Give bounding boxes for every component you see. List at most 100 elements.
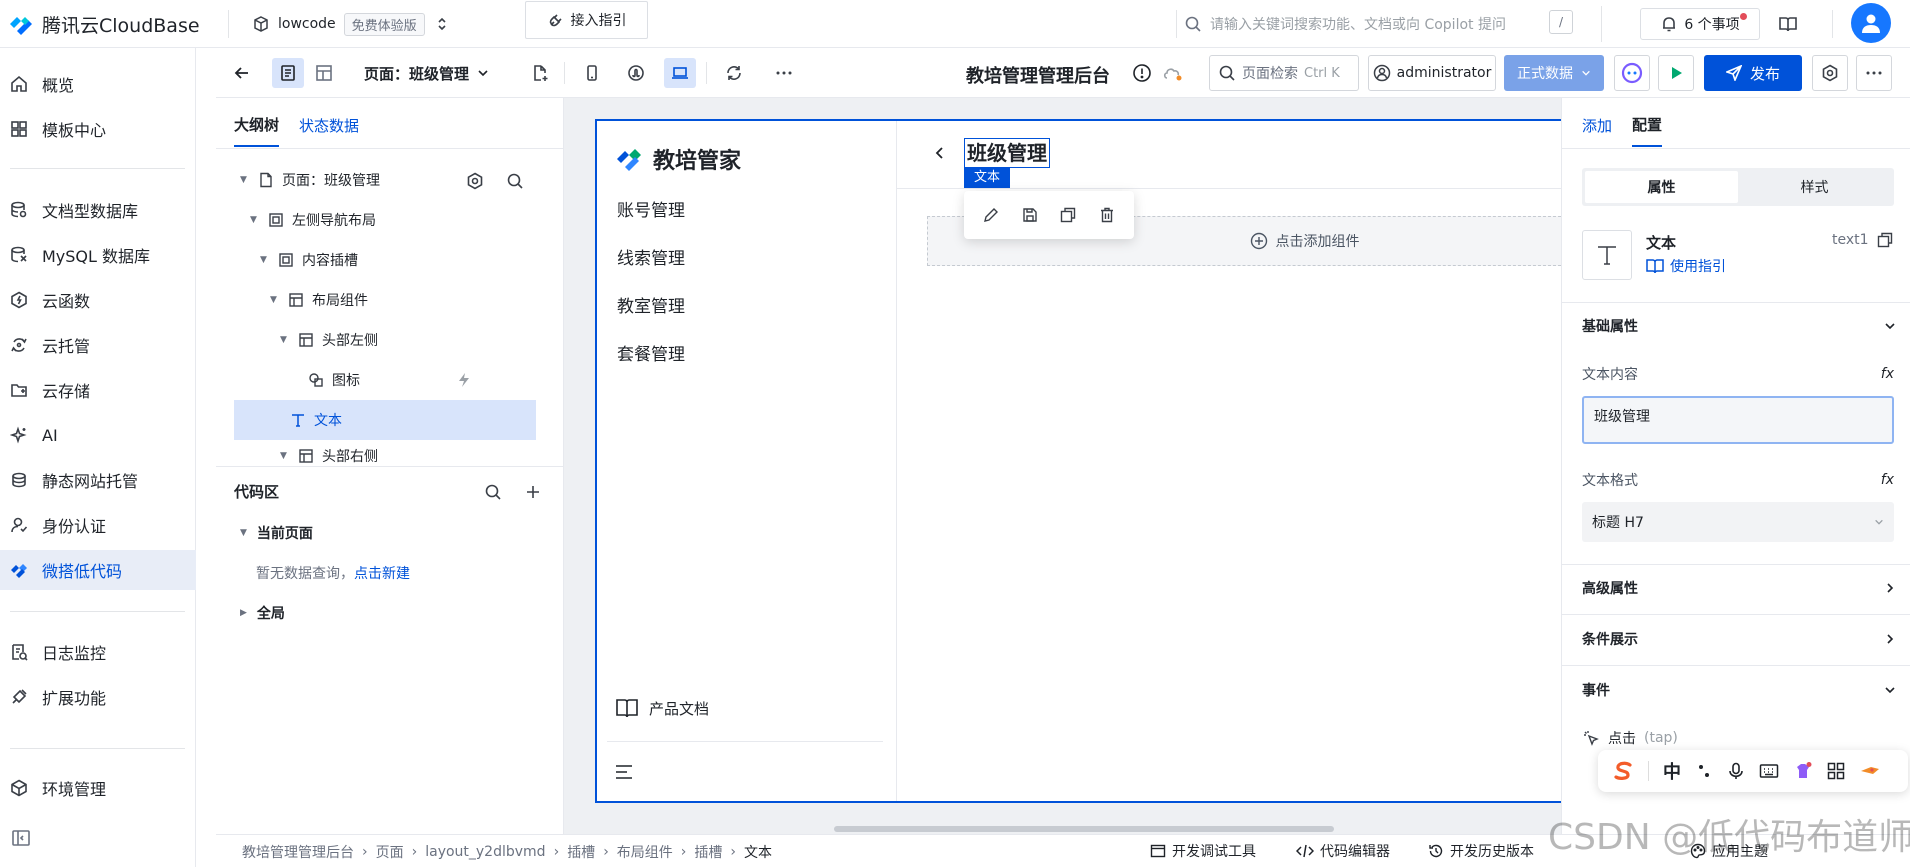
env-selector[interactable]: lowcode 免费体验版 — [252, 8, 451, 40]
tree-node-layout[interactable]: ▼ 布局组件 — [216, 280, 564, 320]
global-search[interactable]: 请输入关键词搜索功能、文档或向 Copilot 提问 / — [1178, 6, 1602, 42]
tree-node-icon[interactable]: 图标 — [216, 360, 564, 400]
copy-icon[interactable] — [1877, 232, 1893, 248]
save-icon[interactable] — [1022, 207, 1038, 223]
breadcrumb-item[interactable]: 教培管理管理后台 — [242, 842, 354, 862]
create-query-link[interactable]: 点击新建 — [354, 566, 410, 582]
code-global[interactable]: ▶ 全局 — [240, 603, 285, 623]
text-content-input[interactable]: 班级管理 — [1582, 396, 1894, 444]
page-search[interactable]: 页面检索 Ctrl K — [1209, 55, 1359, 91]
breadcrumb-item[interactable]: 插槽 — [694, 842, 722, 862]
canvas-scrollbar[interactable] — [834, 826, 1334, 832]
tree-node-text[interactable]: 文本 — [234, 400, 536, 440]
fx-icon[interactable]: fx — [1881, 472, 1894, 488]
section-condition[interactable]: 条件展示 — [1582, 629, 1896, 649]
tree-node-content-slot[interactable]: ▼ 内容插槽 — [216, 240, 564, 280]
breadcrumb-item[interactable]: 文本 — [744, 842, 772, 862]
search-icon[interactable] — [484, 483, 502, 501]
publish-button[interactable]: 发布 — [1704, 55, 1802, 91]
nav-item-ai[interactable]: AI — [0, 415, 196, 455]
seg-style[interactable]: 样式 — [1738, 171, 1891, 203]
cloud-sync-icon[interactable] — [1162, 64, 1184, 82]
tree-node-page[interactable]: ▼ 页面：班级管理 — [216, 160, 564, 200]
preview-button[interactable] — [1658, 55, 1694, 91]
nav-item-templates[interactable]: 模板中心 — [0, 109, 196, 149]
nav-item-overview[interactable]: 概览 — [0, 64, 196, 104]
page-selector[interactable]: 页面：班级管理 — [364, 58, 489, 88]
avatar[interactable] — [1851, 3, 1891, 43]
tab-config[interactable]: 配置 — [1632, 114, 1663, 147]
menu-item-classroom[interactable]: 教室管理 — [617, 292, 685, 317]
guide-button[interactable]: 接入指引 — [525, 1, 648, 39]
user-menu[interactable]: administrator — [1368, 55, 1496, 91]
add-page-button[interactable] — [524, 58, 556, 88]
section-events[interactable]: 事件 — [1582, 680, 1896, 700]
nav-item-functions[interactable]: 云函数 — [0, 280, 196, 320]
breadcrumb-item[interactable]: 布局组件 — [617, 842, 673, 862]
info-icon[interactable] — [1132, 63, 1152, 83]
nav-item-mysql[interactable]: MySQL 数据库 — [0, 235, 196, 275]
nav-item-env[interactable]: 环境管理 — [0, 768, 196, 808]
fx-icon[interactable]: fx — [1881, 366, 1894, 382]
code-editor-button[interactable]: 代码编辑器 — [1296, 841, 1390, 861]
doc-link[interactable]: 产品文档 — [615, 697, 709, 719]
usage-guide-link[interactable]: 使用指引 — [1646, 256, 1726, 276]
menu-item-account[interactable]: 账号管理 — [617, 196, 685, 221]
event-click[interactable]: 点击 (tap) — [1582, 728, 1678, 748]
text-format-select[interactable]: 标题 H7 — [1582, 502, 1894, 542]
app-sidebar[interactable]: 教培管家 账号管理 线索管理 教室管理 套餐管理 产品文档 — [597, 121, 897, 801]
pc-view-button[interactable] — [664, 58, 696, 88]
punctuation-icon[interactable] — [1695, 762, 1713, 780]
history-button[interactable]: 开发历史版本 — [1428, 841, 1534, 861]
search-icon[interactable] — [506, 172, 524, 190]
menu-fold-icon[interactable] — [615, 764, 633, 780]
menu-item-leads[interactable]: 线索管理 — [617, 244, 685, 269]
page-frame[interactable]: 教培管家 账号管理 线索管理 教室管理 套餐管理 产品文档 班级管理 文本 点击… — [595, 119, 1561, 803]
outline-view-button[interactable] — [272, 58, 304, 88]
nav-item-cloudrun[interactable]: 云托管 — [0, 325, 196, 365]
section-advanced[interactable]: 高级属性 — [1582, 578, 1896, 598]
tab-state-data[interactable]: 状态数据 — [299, 115, 359, 146]
nav-item-storage[interactable]: 云存储 — [0, 370, 196, 410]
code-current-page[interactable]: ▼ 当前页面 — [240, 523, 313, 543]
plus-icon[interactable] — [524, 483, 542, 501]
brand-logo[interactable]: 腾讯云CloudBase — [8, 8, 200, 40]
breadcrumb-item[interactable]: 插槽 — [567, 842, 595, 862]
nav-item-docdb[interactable]: 文档型数据库 — [0, 190, 196, 230]
copy-icon[interactable] — [1060, 207, 1076, 223]
tab-outline-tree[interactable]: 大纲树 — [234, 114, 280, 147]
tree-node-header-right[interactable]: ▼ 头部右侧 — [216, 440, 564, 466]
mobile-view-button[interactable] — [576, 58, 608, 88]
breadcrumb-item[interactable]: 页面 — [376, 842, 404, 862]
ai-assistant-button[interactable] — [1614, 55, 1650, 91]
back-button[interactable] — [226, 58, 258, 88]
keyboard-icon[interactable] — [1759, 762, 1779, 780]
more-button[interactable] — [1856, 55, 1892, 91]
section-basic-props[interactable]: 基础属性 — [1582, 316, 1896, 336]
chevron-left-icon[interactable] — [933, 146, 947, 160]
tab-add[interactable]: 添加 — [1582, 115, 1612, 146]
seg-props[interactable]: 属性 — [1585, 171, 1738, 203]
gear-icon[interactable] — [466, 172, 484, 190]
breadcrumb-item[interactable]: layout_y2dlbvmd — [425, 844, 545, 860]
data-mode-select[interactable]: 正式数据 — [1504, 55, 1604, 91]
todo-button[interactable]: 6 个事项 — [1640, 8, 1760, 40]
tree-node-header-left[interactable]: ▼ 头部左侧 — [216, 320, 564, 360]
ime-chinese-mode[interactable]: 中 — [1663, 758, 1681, 784]
nav-item-static-hosting[interactable]: 静态网站托管 — [0, 460, 196, 500]
dev-tools-button[interactable]: 开发调试工具 — [1150, 841, 1256, 861]
settings-button[interactable] — [1812, 55, 1848, 91]
miniprogram-view-button[interactable] — [620, 58, 652, 88]
nav-item-extensions[interactable]: 扩展功能 — [0, 677, 196, 717]
sogou-logo-icon[interactable] — [1612, 760, 1634, 782]
docs-book-icon[interactable] — [1778, 15, 1798, 33]
skin-icon[interactable] — [1793, 761, 1813, 781]
menu-item-package[interactable]: 套餐管理 — [617, 340, 685, 365]
nav-item-lowcode[interactable]: 微搭低代码 — [0, 550, 196, 590]
mascot-icon[interactable] — [1859, 762, 1881, 780]
page-heading-text[interactable]: 班级管理 — [964, 138, 1050, 168]
more-tools-button[interactable] — [768, 58, 800, 88]
layout-view-button[interactable] — [308, 58, 340, 88]
tree-node-nav-layout[interactable]: ▼ 左侧导航布局 — [216, 200, 564, 240]
nav-item-auth[interactable]: 身份认证 — [0, 505, 196, 545]
